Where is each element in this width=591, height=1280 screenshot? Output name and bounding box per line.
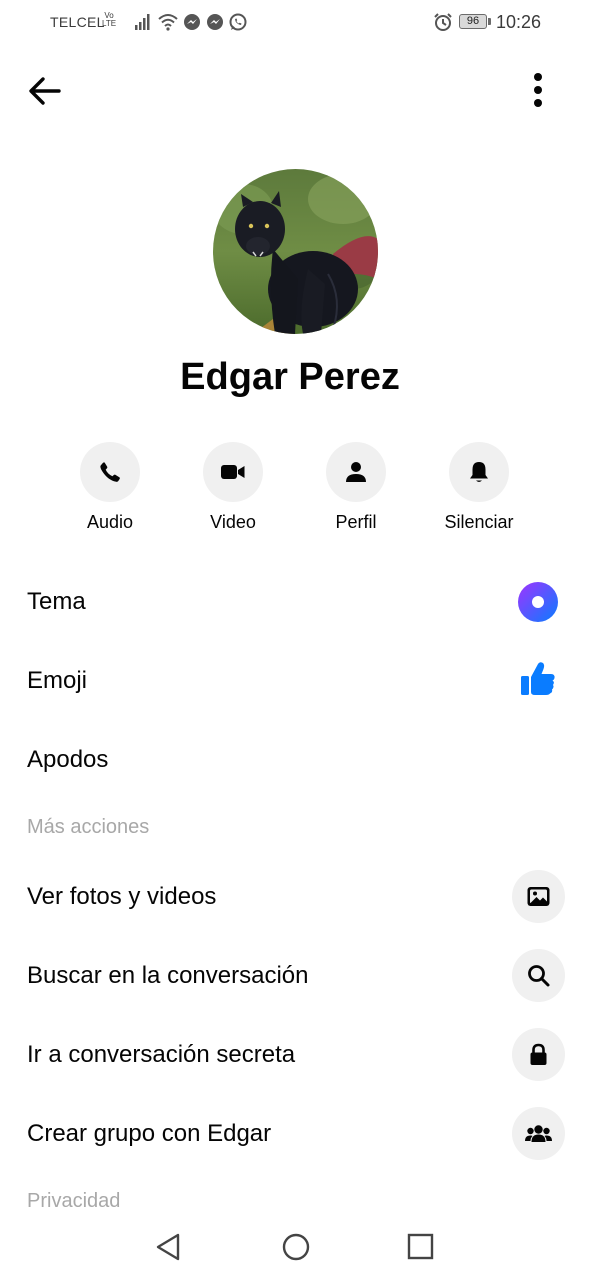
- emoji-label: Emoji: [27, 667, 88, 694]
- view-media-icon-circle: [512, 870, 565, 923]
- lock-icon-circle: [512, 1028, 565, 1081]
- battery-indicator: 96: [459, 14, 487, 29]
- wifi-icon: [158, 14, 178, 31]
- bell-icon: [470, 462, 488, 482]
- video-camera-icon: [221, 465, 245, 479]
- row-view-media[interactable]: Ver fotos y videos: [0, 861, 591, 931]
- lock-icon: [530, 1043, 547, 1065]
- video-label: Video: [210, 512, 256, 532]
- video-icon-circle: [203, 442, 263, 502]
- back-triangle-icon: [156, 1233, 180, 1261]
- row-nicknames[interactable]: Apodos: [0, 724, 591, 794]
- phone-icon: [100, 462, 120, 482]
- create-group-label: Crear grupo con Edgar: [27, 1120, 272, 1147]
- row-create-group[interactable]: Crear grupo con Edgar: [0, 1098, 591, 1168]
- profile-photo: [213, 169, 378, 334]
- profile-label: Perfil: [335, 512, 377, 532]
- messenger-icon: [184, 14, 200, 30]
- audio-call-button[interactable]: Audio: [55, 442, 165, 542]
- recents-square-icon: [407, 1233, 434, 1260]
- status-time: 10:26: [496, 12, 542, 32]
- contact-name: Edgar Perez: [180, 356, 400, 398]
- audio-icon-circle: [80, 442, 140, 502]
- carrier-label: TELCEL: [50, 14, 105, 30]
- alarm-icon: [434, 13, 452, 31]
- volte-bottom: LTE: [102, 19, 117, 28]
- messenger-icon: [207, 14, 223, 30]
- privacy-header: Privacidad: [27, 1190, 121, 1212]
- back-button[interactable]: [26, 72, 64, 110]
- row-theme[interactable]: Tema: [0, 566, 591, 636]
- group-icon: [525, 1125, 552, 1142]
- volte-indicator: Vo LTE: [102, 12, 116, 28]
- battery-tip: [488, 18, 491, 25]
- theme-gradient-icon: [518, 582, 558, 622]
- nav-home-button[interactable]: [279, 1230, 313, 1264]
- more-actions-header: Más acciones: [27, 816, 150, 838]
- audio-label: Audio: [86, 512, 134, 532]
- more-options-button[interactable]: [522, 70, 554, 112]
- group-icon-circle: [512, 1107, 565, 1160]
- profile-icon-circle: [326, 442, 386, 502]
- nav-back-button[interactable]: [152, 1230, 186, 1264]
- secret-conversation-label: Ir a conversación secreta: [27, 1041, 296, 1068]
- home-circle-icon: [282, 1233, 310, 1261]
- mute-icon-circle: [449, 442, 509, 502]
- row-secret-conversation[interactable]: Ir a conversación secreta: [0, 1019, 591, 1089]
- nicknames-label: Apodos: [27, 746, 109, 773]
- row-search-conversation[interactable]: Buscar en la conversación: [0, 940, 591, 1010]
- theme-label: Tema: [27, 588, 86, 615]
- video-call-button[interactable]: Video: [178, 442, 288, 542]
- mute-label: Silenciar: [444, 512, 514, 532]
- profile-button[interactable]: Perfil: [301, 442, 411, 542]
- view-media-label: Ver fotos y videos: [27, 883, 217, 910]
- search-conversation-label: Buscar en la conversación: [27, 962, 309, 989]
- whatsapp-icon: [229, 13, 247, 31]
- status-bar: TELCEL Vo LTE 96 10:26: [0, 0, 591, 44]
- mute-button[interactable]: Silenciar: [424, 442, 534, 542]
- more-vertical-icon: [534, 73, 542, 107]
- signal-icon: [135, 14, 150, 30]
- arrow-left-icon: [29, 77, 61, 105]
- nav-recents-button[interactable]: [404, 1230, 438, 1264]
- thumbs-up-icon: [521, 662, 555, 695]
- person-icon: [346, 462, 366, 482]
- row-emoji[interactable]: Emoji: [0, 645, 591, 715]
- search-icon-circle: [512, 949, 565, 1002]
- photo-icon: [527, 887, 550, 906]
- search-icon: [528, 965, 550, 987]
- avatar[interactable]: [213, 169, 378, 334]
